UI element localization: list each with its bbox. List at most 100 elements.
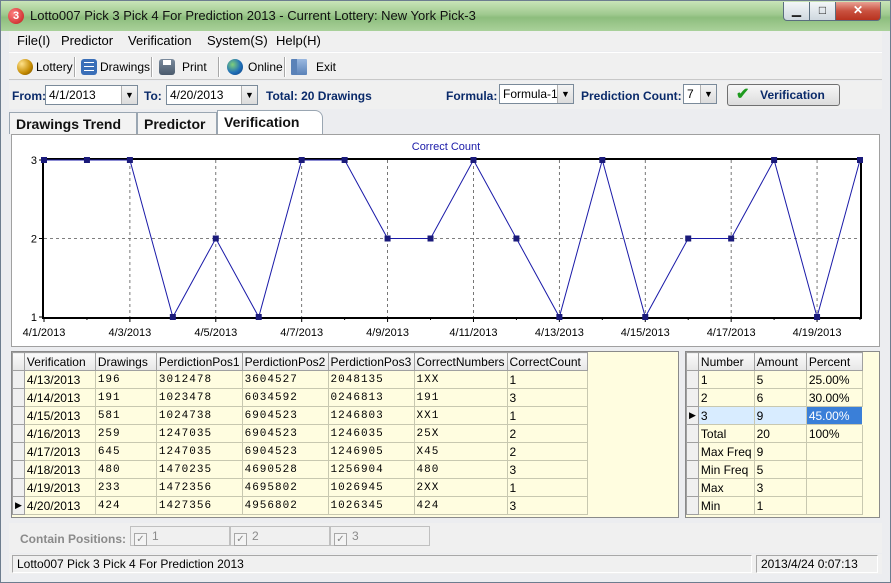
cell-amount[interactable]: 5 (753, 370, 807, 389)
cell-pos2[interactable]: 6904523 (241, 424, 329, 443)
cell-amount[interactable]: 6 (753, 388, 807, 407)
maximize-button[interactable]: □ (809, 2, 836, 21)
exit-button[interactable]: Exit (291, 56, 336, 78)
col-verification[interactable]: Verification (23, 352, 96, 371)
row-indicator[interactable]: ▶ (686, 406, 699, 425)
cell-pos2[interactable]: 3604527 (241, 370, 329, 389)
cell-pos3[interactable]: 1246035 (327, 424, 415, 443)
menu-predictor[interactable]: Predictor (61, 33, 113, 48)
stats-row[interactable]: Min 1 (686, 496, 879, 515)
cell-percent[interactable]: 100% (805, 424, 864, 443)
cell-drawing[interactable]: 196 (94, 370, 157, 389)
contain-position-1[interactable]: ✓ 1 (130, 526, 230, 546)
cell-date[interactable]: 4/14/2013 (23, 388, 96, 407)
row-indicator[interactable] (686, 460, 699, 479)
cell-date[interactable]: 4/19/2013 (23, 478, 96, 497)
cell-drawing[interactable]: 581 (94, 406, 157, 425)
cell-correct-numbers[interactable]: 191 (413, 388, 508, 407)
cell-drawing[interactable]: 191 (94, 388, 157, 407)
row-indicator[interactable] (12, 478, 25, 497)
chevron-down-icon[interactable]: ▼ (700, 85, 716, 103)
verification-row[interactable]: 4/17/2013 645 1247035 6904523 1246905 X45 2 (12, 442, 678, 461)
cell-correct-numbers[interactable]: 480 (413, 460, 508, 479)
cell-pos3[interactable]: 0246813 (327, 388, 415, 407)
online-button[interactable]: Online (227, 56, 283, 78)
cell-percent[interactable] (805, 496, 864, 515)
cell-amount[interactable]: 5 (753, 460, 807, 479)
cell-pos2[interactable]: 6034592 (241, 388, 329, 407)
stats-row[interactable]: Max Freq 9 (686, 442, 879, 461)
chevron-down-icon[interactable]: ▼ (121, 86, 137, 104)
row-indicator[interactable] (12, 424, 25, 443)
cell-number[interactable]: Max Freq (697, 442, 755, 461)
contain-position-2[interactable]: ✓ 2 (230, 526, 330, 546)
verification-row[interactable]: 4/18/2013 480 1470235 4690528 1256904 480 3 (12, 460, 678, 479)
cell-amount[interactable]: 9 (753, 406, 807, 425)
formula-select[interactable]: Formula-1 ▼ (499, 84, 574, 104)
cell-pos1[interactable]: 3012478 (155, 370, 243, 389)
cell-percent[interactable]: 45.00% (805, 406, 864, 425)
cell-number[interactable]: Max (697, 478, 755, 497)
cell-date[interactable]: 4/13/2013 (23, 370, 96, 389)
cell-drawing[interactable]: 645 (94, 442, 157, 461)
row-indicator[interactable] (12, 406, 25, 425)
contain-position-3[interactable]: ✓ 3 (330, 526, 430, 546)
verification-row[interactable]: 4/13/2013 196 3012478 3604527 2048135 1XX 1 (12, 370, 678, 389)
menu-verification[interactable]: Verification (128, 33, 192, 48)
verification-row[interactable]: 4/16/2013 259 1247035 6904523 1246035 25X 2 (12, 424, 678, 443)
cell-correct-count[interactable]: 1 (506, 370, 588, 389)
cell-amount[interactable]: 20 (753, 424, 807, 443)
col-prediction-pos1[interactable]: PerdictionPos1 (155, 352, 243, 371)
cell-correct-numbers[interactable]: XX1 (413, 406, 508, 425)
cell-number[interactable]: 1 (697, 370, 755, 389)
close-button[interactable]: ✕ (835, 2, 881, 21)
cell-correct-numbers[interactable]: 2XX (413, 478, 508, 497)
cell-correct-count[interactable]: 2 (506, 424, 588, 443)
stats-row[interactable]: ▶ 3 9 45.00% (686, 406, 879, 425)
cell-date[interactable]: 4/18/2013 (23, 460, 96, 479)
cell-correct-count[interactable]: 1 (506, 406, 588, 425)
col-correct-count[interactable]: CorrectCount (506, 352, 588, 371)
verification-row[interactable]: 4/15/2013 581 1024738 6904523 1246803 XX1 1 (12, 406, 678, 425)
cell-correct-count[interactable]: 3 (506, 496, 588, 515)
title-bar[interactable]: 3 Lotto007 Pick 3 Pick 4 For Prediction … (1, 1, 890, 31)
cell-pos2[interactable]: 4695802 (241, 478, 329, 497)
cell-correct-numbers[interactable]: X45 (413, 442, 508, 461)
chevron-down-icon[interactable]: ▼ (241, 86, 257, 104)
cell-pos1[interactable]: 1024738 (155, 406, 243, 425)
cell-percent[interactable]: 25.00% (805, 370, 864, 389)
checkbox-icon[interactable]: ✓ (234, 533, 247, 546)
row-indicator[interactable] (12, 442, 25, 461)
cell-pos1[interactable]: 1247035 (155, 442, 243, 461)
stats-row[interactable]: 2 6 30.00% (686, 388, 879, 407)
cell-percent[interactable] (805, 460, 864, 479)
row-indicator[interactable] (686, 442, 699, 461)
menu-help[interactable]: Help(H) (276, 33, 321, 48)
print-button[interactable]: Print (159, 56, 207, 78)
col-prediction-pos2[interactable]: PerdictionPos2 (241, 352, 329, 371)
cell-number[interactable]: 3 (697, 406, 755, 425)
cell-pos1[interactable]: 1023478 (155, 388, 243, 407)
row-indicator[interactable] (686, 424, 699, 443)
verification-row[interactable]: 4/14/2013 191 1023478 6034592 0246813 191 3 (12, 388, 678, 407)
row-indicator[interactable] (12, 460, 25, 479)
cell-number[interactable]: Min (697, 496, 755, 515)
prediction-count-select[interactable]: 7 ▼ (683, 84, 717, 104)
cell-pos3[interactable]: 1256904 (327, 460, 415, 479)
stats-row[interactable]: 1 5 25.00% (686, 370, 879, 389)
cell-drawing[interactable]: 233 (94, 478, 157, 497)
from-date-picker[interactable]: 4/1/2013 ▼ (45, 85, 138, 105)
cell-pos2[interactable]: 4956802 (241, 496, 329, 515)
cell-percent[interactable]: 30.00% (805, 388, 864, 407)
cell-pos1[interactable]: 1472356 (155, 478, 243, 497)
row-indicator[interactable]: ▶ (12, 496, 25, 515)
cell-pos3[interactable]: 2048135 (327, 370, 415, 389)
cell-number[interactable]: 2 (697, 388, 755, 407)
cell-correct-count[interactable]: 3 (506, 388, 588, 407)
app-lotto-icon[interactable]: 3 (8, 8, 24, 24)
cell-pos2[interactable]: 6904523 (241, 442, 329, 461)
lottery-button[interactable]: Lottery (17, 56, 73, 78)
cell-correct-numbers[interactable]: 1XX (413, 370, 508, 389)
row-indicator[interactable] (686, 388, 699, 407)
cell-drawing[interactable]: 424 (94, 496, 157, 515)
